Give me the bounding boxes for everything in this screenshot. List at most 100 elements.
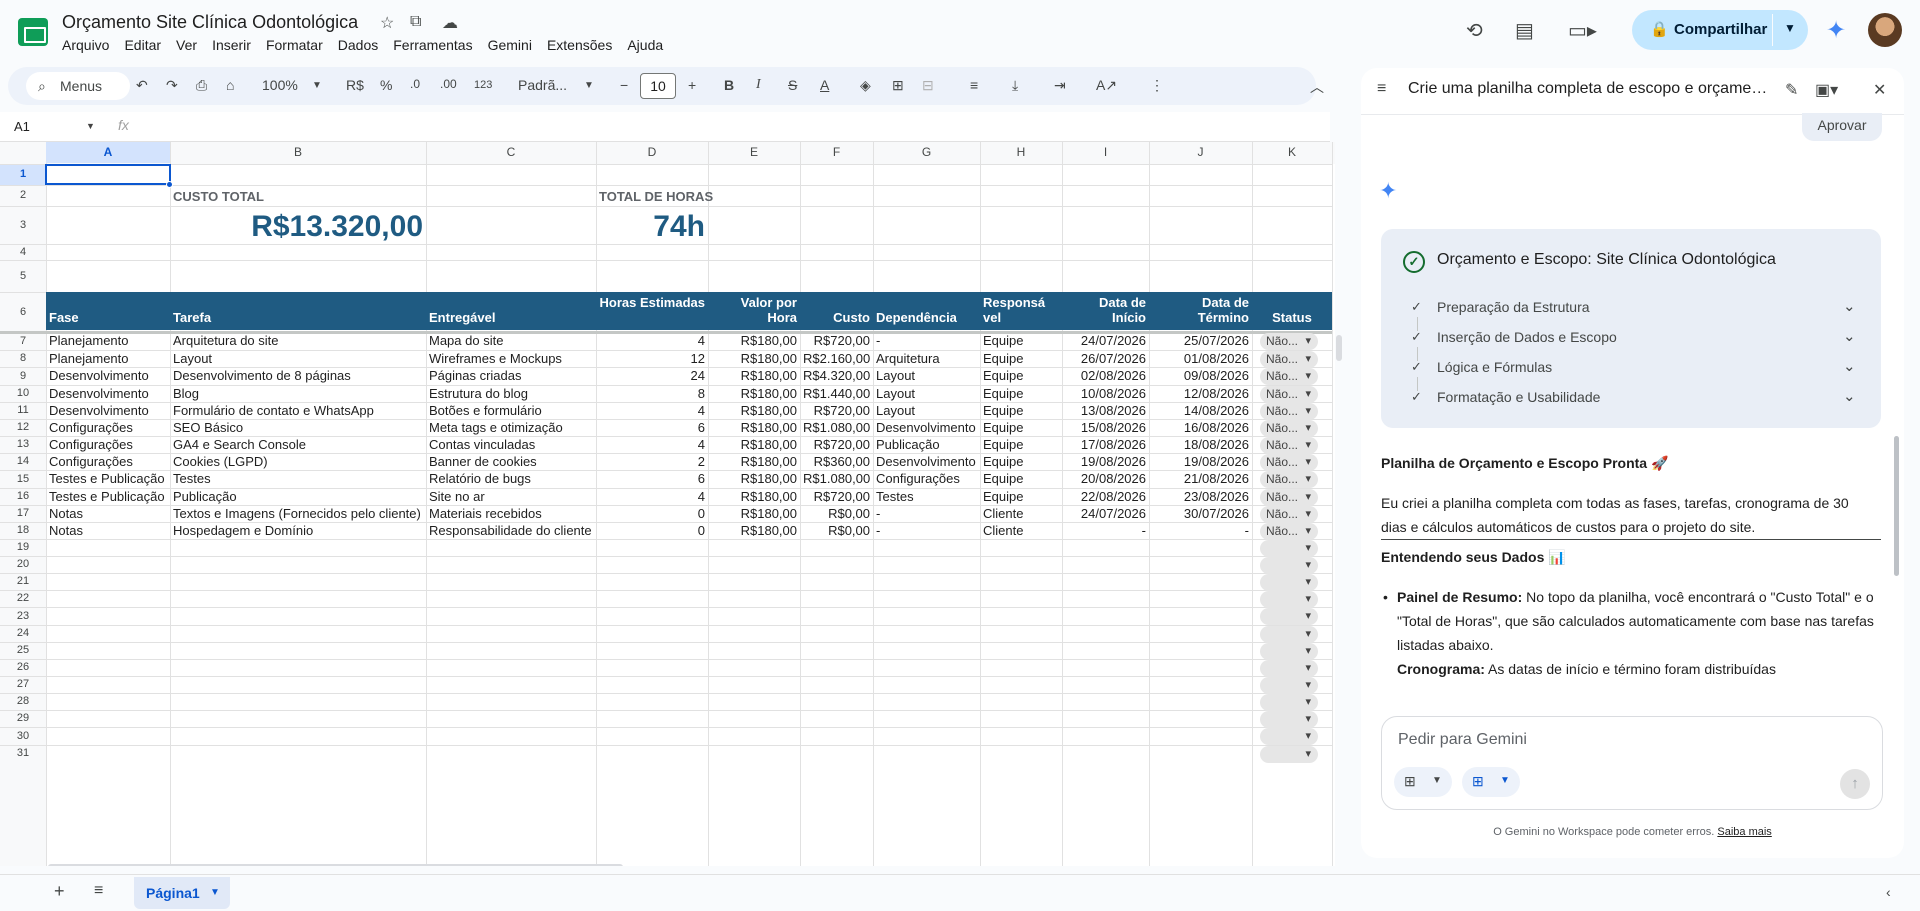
row-header[interactable]: 4	[0, 244, 46, 260]
chevron-down-icon[interactable]: ⌄	[1843, 297, 1856, 315]
font-size-increase-icon[interactable]: +	[688, 77, 696, 93]
column-header-c[interactable]: C	[426, 142, 596, 163]
status-dropdown[interactable]: Não...	[1260, 386, 1318, 403]
bold-icon[interactable]: B	[724, 77, 734, 93]
chevron-down-icon[interactable]: ⌄	[1843, 327, 1856, 345]
row-header[interactable]: 29	[0, 710, 46, 727]
column-header-j[interactable]: J	[1149, 142, 1252, 163]
font-size-input[interactable]: 10	[640, 73, 676, 99]
header-entregavel[interactable]: Entregável	[429, 310, 495, 325]
table-cell[interactable]: -	[876, 520, 977, 541]
panel-scrollbar[interactable]	[1894, 436, 1899, 576]
strikethrough-icon[interactable]: S	[788, 77, 797, 93]
font-caret-icon[interactable]: ▼	[584, 80, 594, 91]
row-header[interactable]: 11	[0, 402, 46, 419]
menu-gemini[interactable]: Gemini	[488, 37, 539, 53]
row-header[interactable]: 31	[0, 745, 46, 762]
comments-icon[interactable]: ▤	[1515, 18, 1534, 43]
share-button[interactable]: 🔒 Compartilhar ▼	[1632, 10, 1808, 50]
row-header[interactable]: 9	[0, 367, 46, 385]
h-scrollbar[interactable]	[48, 864, 623, 866]
status-dropdown-empty[interactable]	[1260, 746, 1318, 763]
search-menus-button[interactable]: ⌕ Menus	[26, 72, 130, 100]
row-header[interactable]: 16	[0, 488, 46, 505]
italic-icon[interactable]: I	[756, 77, 761, 93]
v-scrollbar[interactable]	[1336, 335, 1342, 361]
status-dropdown-empty[interactable]	[1260, 660, 1318, 677]
status-dropdown[interactable]: Não...	[1260, 506, 1318, 523]
header-responsavel[interactable]: Responsá vel	[983, 295, 1059, 325]
table-cell[interactable]: R$0,00	[803, 520, 870, 541]
status-dropdown-empty[interactable]	[1260, 643, 1318, 660]
more-options-icon[interactable]: ⋮	[1150, 77, 1164, 94]
column-header-b[interactable]: B	[170, 142, 426, 163]
number-format-button[interactable]: 123	[474, 79, 492, 91]
version-history-icon[interactable]: ⟲	[1466, 18, 1483, 43]
fill-color-icon[interactable]: ◈	[860, 77, 871, 94]
header-data-inicio[interactable]: Data de Início	[1064, 295, 1146, 325]
status-dropdown[interactable]: Não...	[1260, 523, 1318, 540]
currency-format-button[interactable]: R$	[346, 77, 364, 93]
print-icon[interactable]: ⎙	[196, 77, 207, 94]
increase-decimal-button[interactable]: .00	[440, 77, 457, 91]
text-rotation-icon[interactable]: A↗	[1096, 77, 1117, 94]
row-header[interactable]: 10	[0, 385, 46, 402]
menu-ver[interactable]: Ver	[176, 37, 204, 53]
status-dropdown-empty[interactable]	[1260, 728, 1318, 745]
row-header[interactable]: 17	[0, 505, 46, 522]
row-header[interactable]: 2	[0, 185, 46, 206]
chevron-down-icon[interactable]: ⌄	[1843, 357, 1856, 375]
prompt-input[interactable]: Pedir para Gemini	[1398, 731, 1527, 749]
zoom-caret-icon[interactable]: ▼	[312, 80, 322, 91]
status-dropdown[interactable]: Não...	[1260, 437, 1318, 454]
row-header[interactable]: 20	[0, 556, 46, 573]
document-title[interactable]: Orçamento Site Clínica Odontológica	[62, 12, 358, 33]
row-header[interactable]: 22	[0, 590, 46, 607]
header-dependencia[interactable]: Dependência	[876, 310, 957, 325]
new-chat-icon[interactable]: ✎	[1785, 80, 1798, 100]
gemini-icon[interactable]: ✦	[1826, 16, 1846, 45]
status-dropdown[interactable]: Não...	[1260, 333, 1318, 350]
row-header[interactable]: 12	[0, 419, 46, 436]
all-sheets-icon[interactable]: ≡	[94, 882, 103, 900]
row-header[interactable]: 19	[0, 539, 46, 556]
menu-extensoes[interactable]: Extensões	[547, 37, 619, 53]
status-dropdown-empty[interactable]	[1260, 591, 1318, 608]
table-cell[interactable]: Notas	[49, 520, 167, 541]
status-dropdown-empty[interactable]	[1260, 557, 1318, 574]
send-button[interactable]: ↑	[1840, 769, 1870, 799]
row-header[interactable]: 23	[0, 607, 46, 625]
header-data-termino[interactable]: Data de Término	[1151, 295, 1249, 325]
percent-format-button[interactable]: %	[380, 77, 392, 93]
redo-icon[interactable]: ↷	[166, 77, 178, 94]
name-box[interactable]: A1	[14, 119, 30, 134]
row-header[interactable]: 24	[0, 625, 46, 642]
cloud-status-icon[interactable]: ☁	[442, 13, 458, 33]
text-color-icon[interactable]: A	[820, 77, 829, 93]
column-header-h[interactable]: H	[980, 142, 1062, 163]
menu-dados[interactable]: Dados	[338, 37, 385, 53]
menu-formatar[interactable]: Formatar	[266, 37, 330, 53]
row-header[interactable]: 15	[0, 470, 46, 488]
column-header-k[interactable]: K	[1252, 142, 1332, 163]
status-dropdown[interactable]: Não...	[1260, 403, 1318, 420]
sheet-context-chip[interactable]: ⊞ ▼	[1462, 767, 1520, 797]
avatar[interactable]	[1868, 13, 1902, 47]
star-icon[interactable]: ☆	[380, 13, 394, 33]
insert-table-chip[interactable]: ⊞ ▼	[1394, 767, 1452, 797]
menu-ferramentas[interactable]: Ferramentas	[393, 37, 479, 53]
borders-icon[interactable]: ⊞	[892, 77, 904, 94]
status-dropdown[interactable]: Não...	[1260, 351, 1318, 368]
align-horizontal-icon[interactable]: ≡	[970, 77, 978, 93]
zoom-select[interactable]: 100%	[262, 77, 298, 93]
status-dropdown[interactable]: Não...	[1260, 454, 1318, 471]
menu-inserir[interactable]: Inserir	[212, 37, 258, 53]
row-header[interactable]: 25	[0, 642, 46, 659]
column-header-a[interactable]: A	[46, 142, 170, 163]
decrease-decimal-button[interactable]: .0	[410, 77, 420, 91]
tab-caret-icon[interactable]: ▼	[210, 887, 220, 898]
column-header-e[interactable]: E	[708, 142, 800, 163]
chevron-down-icon[interactable]: ⌄	[1843, 387, 1856, 405]
status-dropdown[interactable]: Não...	[1260, 489, 1318, 506]
menu-editar[interactable]: Editar	[124, 37, 168, 53]
